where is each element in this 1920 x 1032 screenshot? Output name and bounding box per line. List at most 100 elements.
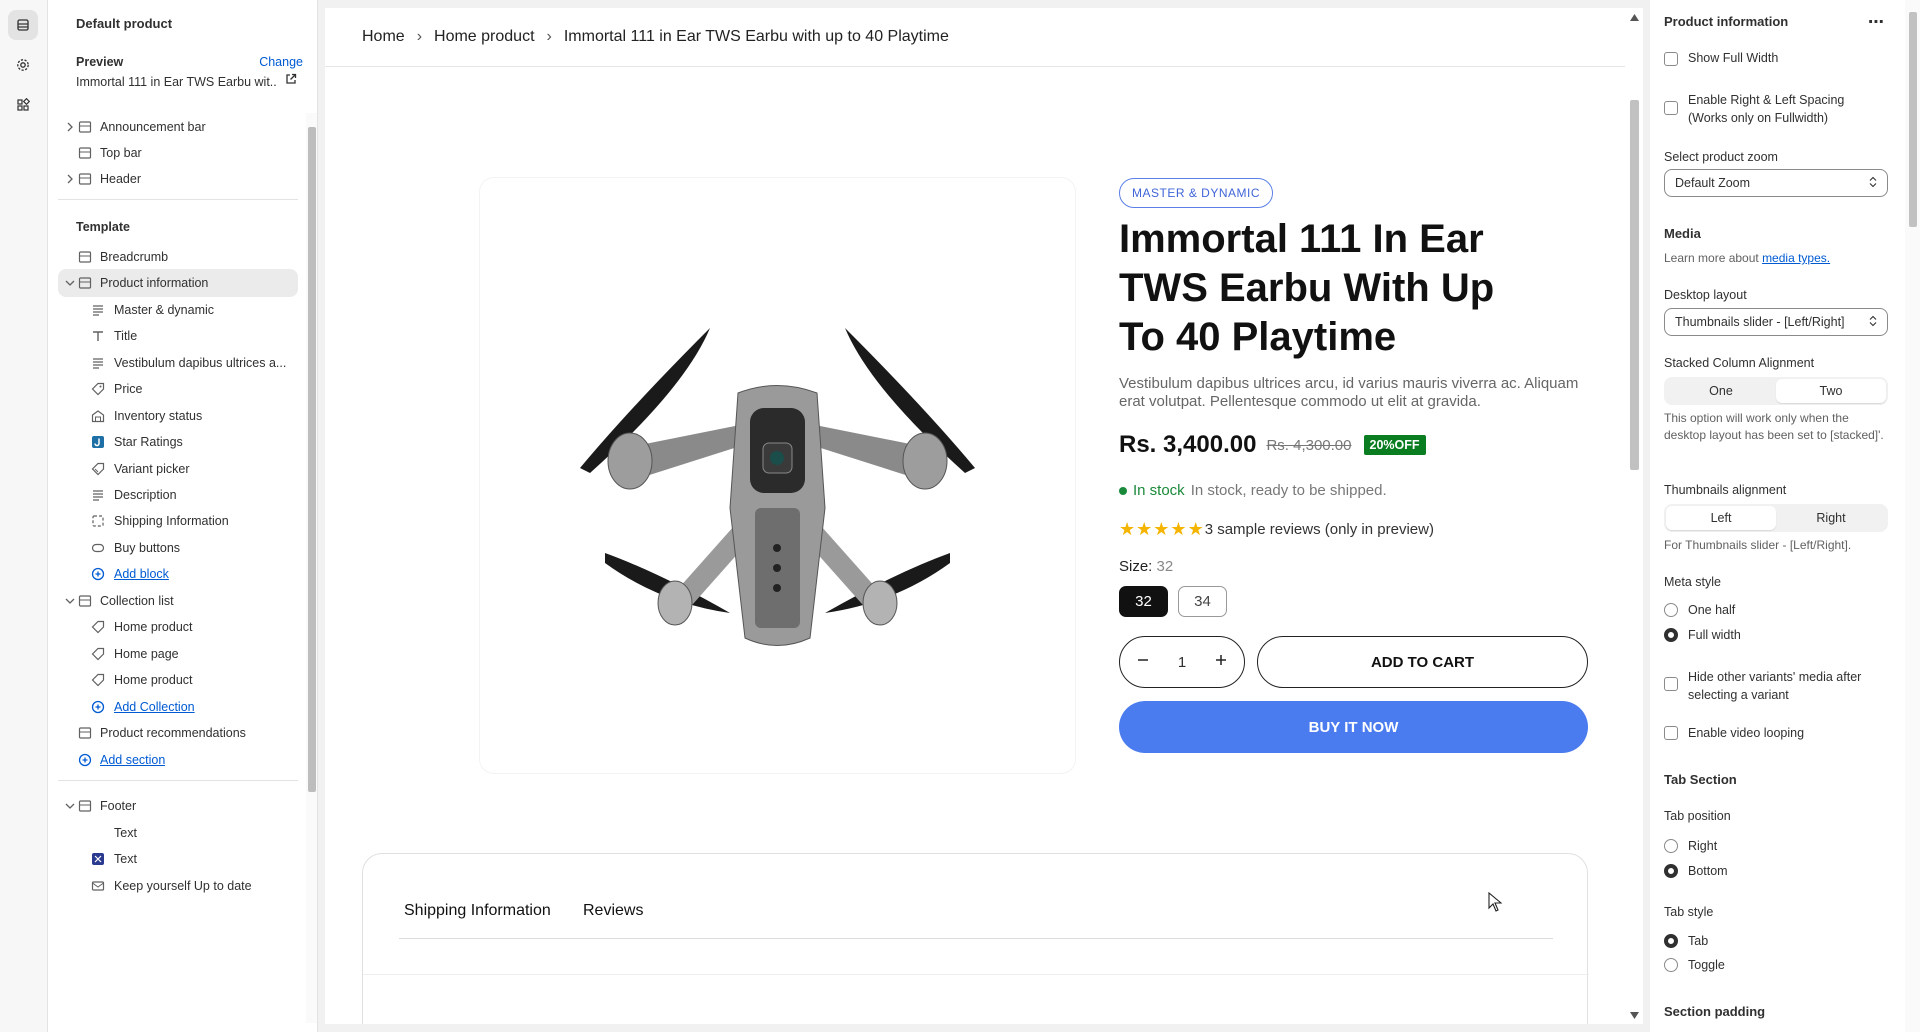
stacked-option-one[interactable]: One (1666, 379, 1776, 403)
add-block-button[interactable]: Add block (58, 560, 298, 588)
product-price: Rs. 3,400.00 (1119, 431, 1257, 458)
add-collection-button[interactable]: Add Collection (58, 693, 298, 721)
desktop-layout-select[interactable]: Thumbnails slider - [Left/Right] (1664, 308, 1888, 336)
gear-icon[interactable] (8, 50, 38, 80)
star-icon: ★ (1119, 519, 1136, 539)
meta-style-one-half-radio[interactable] (1664, 603, 1678, 617)
tree-block-description[interactable]: Description (58, 481, 298, 509)
tree-item-header[interactable]: Header (58, 165, 298, 193)
settings-scroll-thumb[interactable] (1909, 12, 1917, 227)
inventory-icon (91, 410, 105, 423)
tree-item-label: Vestibulum dapibus ultrices a... (114, 356, 287, 370)
tree-block-inventory[interactable]: Inventory status (58, 402, 298, 430)
breadcrumb-collection[interactable]: Home product (434, 28, 535, 46)
show-full-width-label: Show Full Width (1688, 51, 1779, 65)
buy-now-button[interactable]: BUY IT NOW (1119, 701, 1588, 753)
tree-item-label: Buy buttons (114, 541, 181, 555)
tree-block-footer-text[interactable]: Text (58, 819, 298, 847)
tree-item-label: Description (114, 488, 177, 502)
tree-item-label: Footer (100, 799, 137, 813)
enable-spacing-checkbox[interactable] (1664, 101, 1678, 115)
chevron-down-icon[interactable] (64, 277, 76, 289)
star-rating[interactable]: ★ ★ ★ ★ ★ 3 sample reviews (only in prev… (1119, 519, 1434, 540)
star-icon: ★ (1153, 519, 1170, 539)
tree-item-announcement-bar[interactable]: Announcement bar (58, 113, 298, 141)
in-stock-dot-icon (1119, 486, 1127, 495)
product-image[interactable] (480, 178, 1075, 773)
video-looping-checkbox[interactable] (1664, 726, 1678, 740)
tree-item-top-bar[interactable]: Top bar (58, 139, 298, 167)
chevron-down-icon[interactable] (64, 800, 76, 812)
tree-item-breadcrumb[interactable]: Breadcrumb (58, 243, 298, 271)
tree-item-collection-list[interactable]: Collection list (58, 587, 298, 615)
more-actions-icon[interactable]: ⋯ (1868, 12, 1885, 32)
scroll-up-icon[interactable] (1630, 14, 1639, 21)
zoom-select[interactable]: Default Zoom (1664, 169, 1888, 197)
tree-block-title[interactable]: Title (58, 322, 298, 350)
quantity-value[interactable]: 1 (1178, 654, 1186, 671)
section-icon (78, 121, 92, 133)
template-title: Default product (76, 16, 173, 31)
size-option-34[interactable]: 34 (1178, 586, 1227, 617)
breadcrumb-home[interactable]: Home (362, 28, 405, 46)
tree-block-buy-buttons[interactable]: Buy buttons (58, 534, 298, 562)
preview-label: Preview (76, 55, 124, 69)
thumb-align-left[interactable]: Left (1666, 506, 1776, 530)
meta-style-full-width-radio[interactable] (1664, 628, 1678, 642)
tab-position-right-radio[interactable] (1664, 839, 1678, 853)
add-to-cart-button[interactable]: ADD TO CART (1257, 636, 1588, 688)
tab-style-toggle-radio[interactable] (1664, 958, 1678, 972)
chevron-right-icon[interactable] (64, 121, 76, 133)
scroll-down-icon[interactable] (1630, 1012, 1639, 1019)
chevron-down-icon[interactable] (64, 595, 76, 607)
size-label-text: Size: (1119, 558, 1153, 575)
minus-icon[interactable] (1136, 653, 1150, 671)
tab-position-bottom-radio[interactable] (1664, 864, 1678, 878)
sidebar-scrollbar[interactable] (306, 113, 317, 1023)
plus-icon[interactable] (1214, 653, 1228, 671)
settings-scrollbar[interactable] (1905, 0, 1920, 1032)
size-option-32[interactable]: 32 (1119, 586, 1168, 617)
media-types-link[interactable]: media types. (1762, 251, 1830, 265)
tree-block-shipping-information[interactable]: Shipping Information (58, 507, 298, 535)
preview-scrollbar[interactable] (1626, 8, 1643, 1024)
price-tag-icon (91, 382, 105, 396)
add-section-button[interactable]: Add section (58, 746, 298, 774)
tab-reviews[interactable]: Reviews (583, 902, 643, 920)
tree-item-label: Header (100, 172, 141, 186)
show-full-width-checkbox[interactable] (1664, 52, 1678, 66)
change-preview-link[interactable]: Change (259, 55, 303, 69)
desktop-layout-label: Desktop layout (1664, 288, 1747, 302)
preview-scroll-thumb[interactable] (1630, 100, 1639, 470)
hide-variants-checkbox[interactable] (1664, 677, 1678, 691)
tree-block-home-product-2[interactable]: Home product (58, 666, 298, 694)
tree-block-newsletter[interactable]: Keep yourself Up to date (58, 872, 298, 900)
external-link-icon[interactable] (285, 73, 297, 88)
divider (399, 938, 1553, 939)
tree-item-product-recommendations[interactable]: Product recommendations (58, 719, 298, 747)
product-vendor-badge[interactable]: MASTER & DYNAMIC (1119, 178, 1274, 208)
tree-block-footer-text-2[interactable]: Text (58, 845, 298, 873)
apps-icon[interactable] (8, 90, 38, 120)
tree-block-vestibulum[interactable]: Vestibulum dapibus ultrices a... (58, 349, 298, 377)
add-block-label: Add block (114, 567, 169, 581)
tab-style-tab-radio[interactable] (1664, 934, 1678, 948)
text-block-icon (93, 490, 103, 501)
tree-block-home-product[interactable]: Home product (58, 613, 298, 641)
tab-shipping-information[interactable]: Shipping Information (404, 902, 551, 920)
select-chevron-icon (1869, 176, 1877, 191)
thumb-align-right[interactable]: Right (1776, 506, 1886, 530)
tree-block-home-page[interactable]: Home page (58, 640, 298, 668)
tree-item-product-information[interactable]: Product information (58, 269, 298, 297)
chevron-right-icon[interactable] (64, 173, 76, 185)
price-row: Rs. 3,400.00 Rs. 4,300.00 20%OFF (1119, 431, 1426, 459)
tree-block-variant-picker[interactable]: Variant picker (58, 455, 298, 483)
tree-block-star-ratings[interactable]: Star Ratings (58, 428, 298, 456)
stacked-option-two[interactable]: Two (1776, 379, 1886, 403)
tree-block-master-dynamic[interactable]: Master & dynamic (58, 296, 298, 324)
product-title: Immortal 111 In Ear TWS Earbu With Up To… (1119, 217, 1495, 359)
sidebar-scroll-thumb[interactable] (308, 127, 316, 792)
tree-item-footer[interactable]: Footer (58, 792, 298, 820)
tree-block-price[interactable]: Price (58, 375, 298, 403)
sections-icon[interactable] (8, 10, 38, 40)
